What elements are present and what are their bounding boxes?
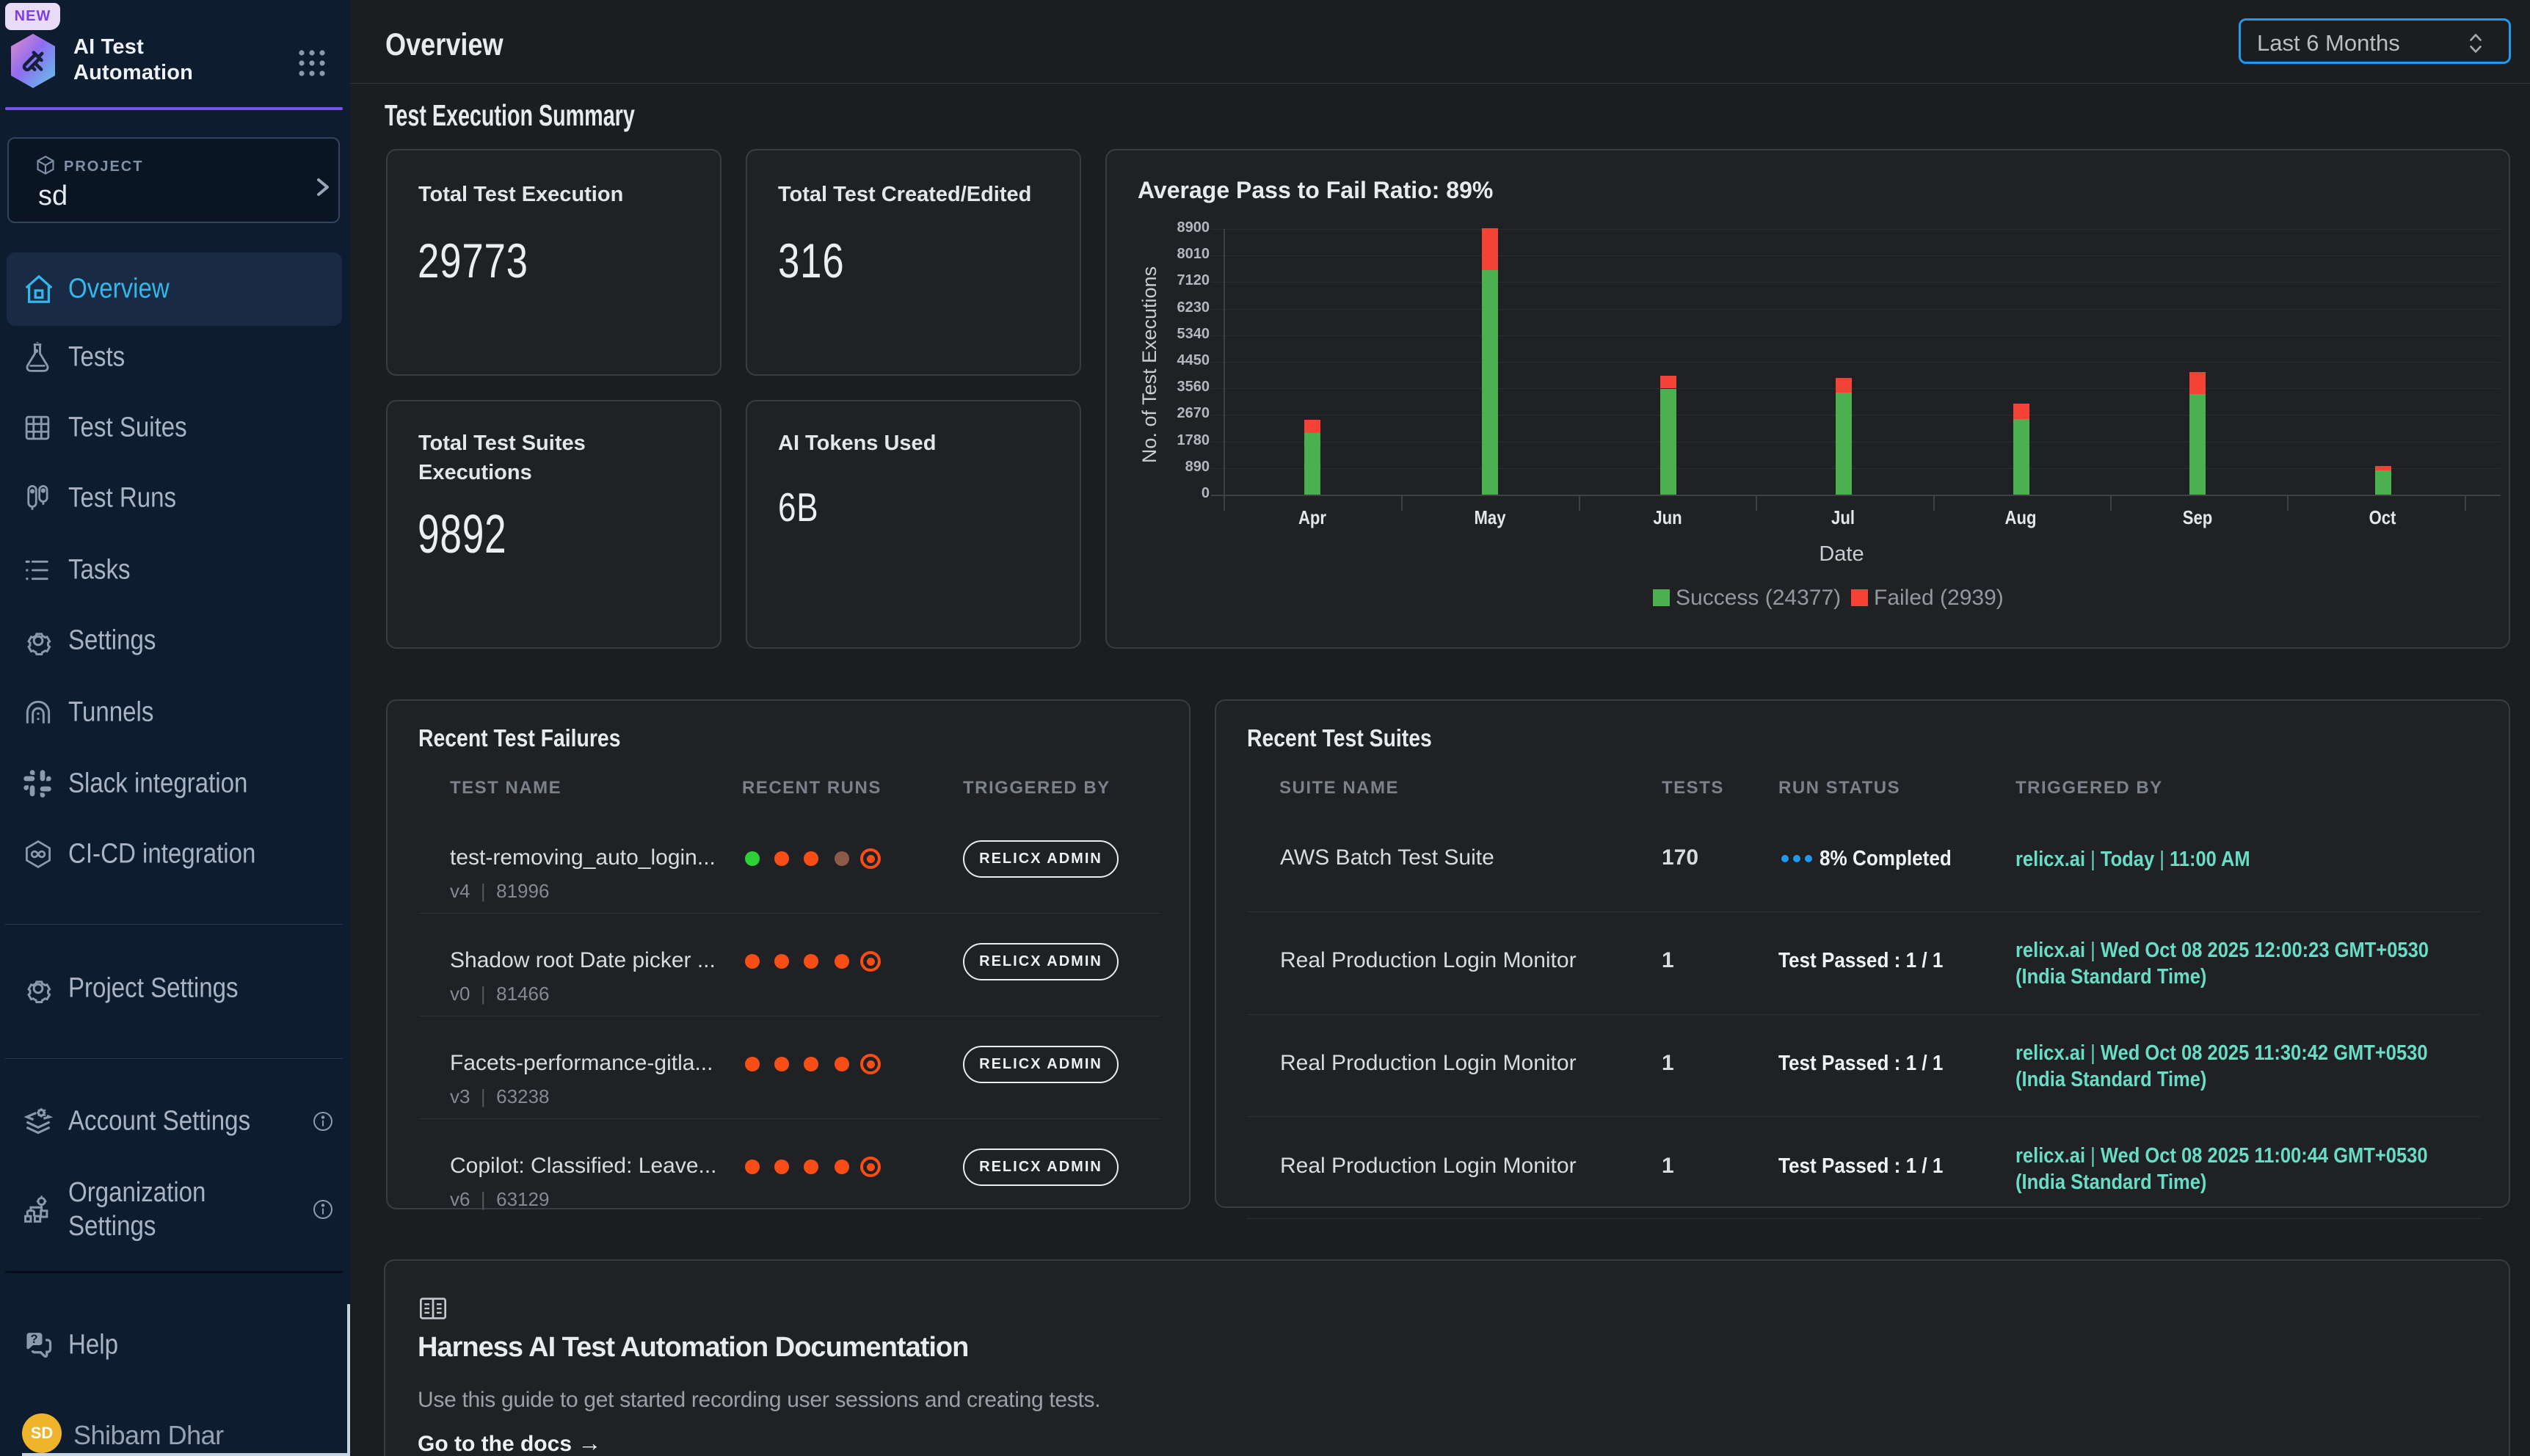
svg-text:?: ? [31, 1333, 38, 1346]
